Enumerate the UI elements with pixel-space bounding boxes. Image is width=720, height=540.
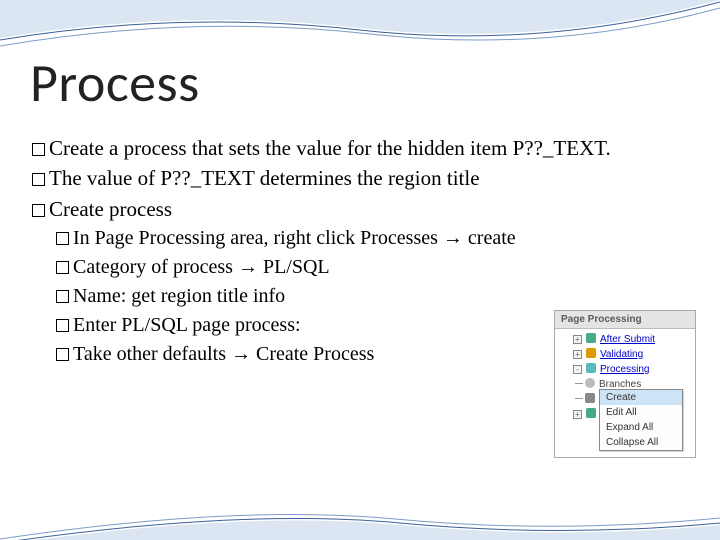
bullet-item: The value of P??_TEXT determines the reg… [32,164,700,192]
processing-icon [586,363,596,373]
bullet-text: Create process [49,197,172,221]
square-bullet-icon [56,232,69,245]
sub-bullet-text: Create Process [251,343,374,365]
branch-icon [585,378,595,388]
arrow-glyph: → [231,343,251,365]
bullet-text: The value of P??_TEXT determines the reg… [49,166,480,190]
menu-item-collapse-all[interactable]: Collapse All [600,435,682,450]
plus-icon: + [573,350,582,359]
bullet-item: Create process [32,195,700,223]
sub-bullet-item: In Page Processing area, right click Pro… [56,225,700,252]
tree-label: Processing [600,364,649,375]
menu-item-edit-all[interactable]: Edit All [600,405,682,420]
arrow-glyph: → [238,256,258,278]
menu-item-expand-all[interactable]: Expand All [600,420,682,435]
sub-bullet-text: Enter PL/SQL page process: [73,314,301,336]
slide-title: Process [30,50,700,116]
arrow-glyph: → [443,227,463,249]
sub-bullet-text: PL/SQL [258,256,330,278]
sub-bullet-text: In Page Processing area, right click Pro… [73,227,443,249]
square-bullet-icon [32,173,45,186]
bullet-item: Create a process that sets the value for… [32,134,700,162]
square-bullet-icon [56,319,69,332]
validate-icon [586,348,596,358]
process-icon [586,408,596,418]
bullet-text: Create a process that sets the value for… [49,136,611,160]
sub-bullet-text: Take other defaults [73,343,231,365]
square-bullet-icon [32,143,45,156]
sub-bullet-text: Category of process [73,256,238,278]
square-bullet-icon [56,290,69,303]
panel-header: Page Processing [555,311,695,329]
bottom-swoosh-decoration [0,500,720,540]
square-bullet-icon [32,204,45,217]
tree-node-processing[interactable]: - Processing [573,362,693,377]
sub-bullet-text: Name: get region title info [73,285,285,307]
process-icon [586,333,596,343]
sub-bullet-item: Category of process → PL/SQL [56,254,700,281]
context-menu: Create Edit All Expand All Collapse All [599,389,683,451]
page-processing-panel: Page Processing + After Submit + Validatin… [554,310,696,458]
gear-icon [585,393,595,403]
square-bullet-icon [56,261,69,274]
menu-item-create[interactable]: Create [600,390,682,405]
tree-label: Validating [600,349,643,360]
sub-bullet-item: Name: get region title info [56,283,700,310]
tree-label: After Submit [600,334,655,345]
tree-node-after-submit[interactable]: + After Submit [573,332,693,347]
tree-node-validating[interactable]: + Validating [573,347,693,362]
plus-icon: + [573,410,582,419]
minus-icon: - [573,365,582,374]
square-bullet-icon [56,348,69,361]
sub-bullet-text: create [463,227,516,249]
plus-icon: + [573,335,582,344]
